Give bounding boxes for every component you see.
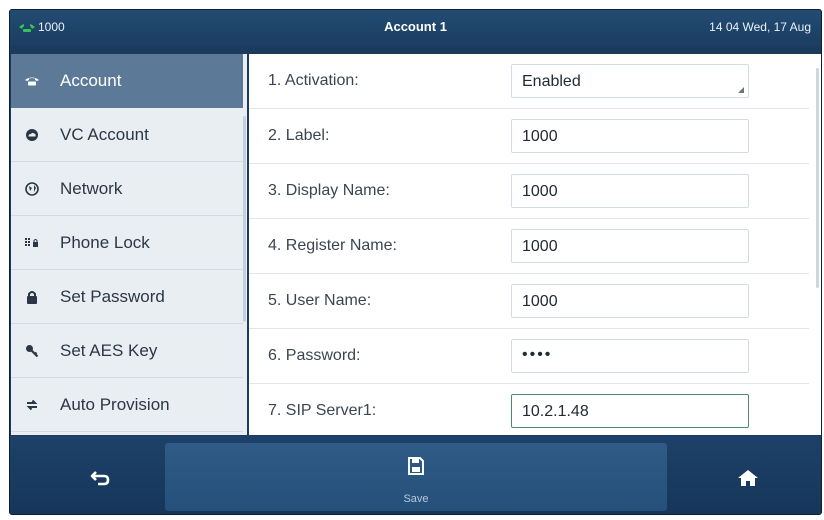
sidebar-item-label: Set Password [60,286,165,306]
sidebar-item-account[interactable]: Account [11,54,243,108]
phone-icon [24,73,40,89]
display-name-field[interactable]: 1000 [511,174,749,208]
sidebar-item-label: Phone Lock [60,232,150,252]
back-arrow-icon [90,471,110,486]
setting-row-label: 2. Label: 1000 [249,109,809,164]
setting-label: 1. Activation: [268,72,359,89]
page-title: Account 1 [384,19,447,34]
user-name-field[interactable]: 1000 [511,284,749,318]
setting-row-register-name: 4. Register Name: 1000 [249,219,809,274]
sidebar-item-label: Set AES Key [60,340,158,360]
password-field[interactable]: •••• [511,339,749,373]
sidebar-item-network[interactable]: Network [11,162,243,216]
home-button[interactable] [718,458,778,498]
back-button[interactable] [70,458,130,498]
setting-label: 6. Password: [268,347,361,364]
setting-row-sip-server1: 7. SIP Server1: 10.2.1.48 [249,384,809,439]
settings-sidebar: Account VC Account Network Phone Lock Se… [11,54,247,435]
sidebar-scrollbar[interactable] [243,116,246,322]
setting-row-activation: 1. Activation: Enabled [249,54,809,109]
save-icon [408,457,424,475]
date-time: 14 04 Wed, 17 Aug [709,20,811,34]
sidebar-item-set-aes-key[interactable]: Set AES Key [11,324,243,378]
sidebar-item-label: VC Account [60,124,149,144]
phone-screen: 1000 Account 1 14 04 Wed, 17 Aug Account… [9,9,822,515]
setting-label: 5. User Name: [268,292,372,309]
dropdown-corner-icon [738,87,744,93]
register-name-field[interactable]: 1000 [511,229,749,263]
save-button[interactable]: Save [165,443,667,511]
sidebar-item-label: Auto Provision [60,394,170,414]
setting-label: 2. Label: [268,127,330,144]
sidebar-item-set-password[interactable]: Set Password [11,270,243,324]
sidebar-item-label: Network [60,178,123,198]
sync-icon [24,397,40,413]
setting-label: 7. SIP Server1: [268,402,377,419]
setting-row-password: 6. Password: •••• [249,329,809,384]
setting-row-display-name: 3. Display Name: 1000 [249,164,809,219]
account-settings-list: 1. Activation: Enabled 2. Label: 1000 3.… [249,54,821,439]
activation-value: Enabled [522,73,581,90]
home-icon [738,470,758,486]
sip-server1-field[interactable]: 10.2.1.48 [511,394,749,428]
setting-label: 4. Register Name: [268,237,397,254]
list-scrollbar[interactable] [816,68,819,288]
globe-icon [24,181,40,197]
activation-dropdown[interactable]: Enabled [511,64,749,98]
key-icon [24,343,40,359]
softkey-bar: Save [10,436,821,514]
label-field[interactable]: 1000 [511,119,749,153]
status-bar: 1000 Account 1 14 04 Wed, 17 Aug [10,10,821,46]
sidebar-item-label: Account [60,70,122,90]
padlock-icon [24,289,40,305]
setting-label: 3. Display Name: [268,182,390,199]
cloud-icon [24,127,40,143]
setting-row-user-name: 5. User Name: 1000 [249,274,809,329]
sidebar-item-vc-account[interactable]: VC Account [11,108,243,162]
save-label: Save [403,493,429,505]
sidebar-item-auto-provision[interactable]: Auto Provision [11,378,243,432]
sidebar-item-phone-lock[interactable]: Phone Lock [11,216,243,270]
keypad-lock-icon [24,235,40,251]
